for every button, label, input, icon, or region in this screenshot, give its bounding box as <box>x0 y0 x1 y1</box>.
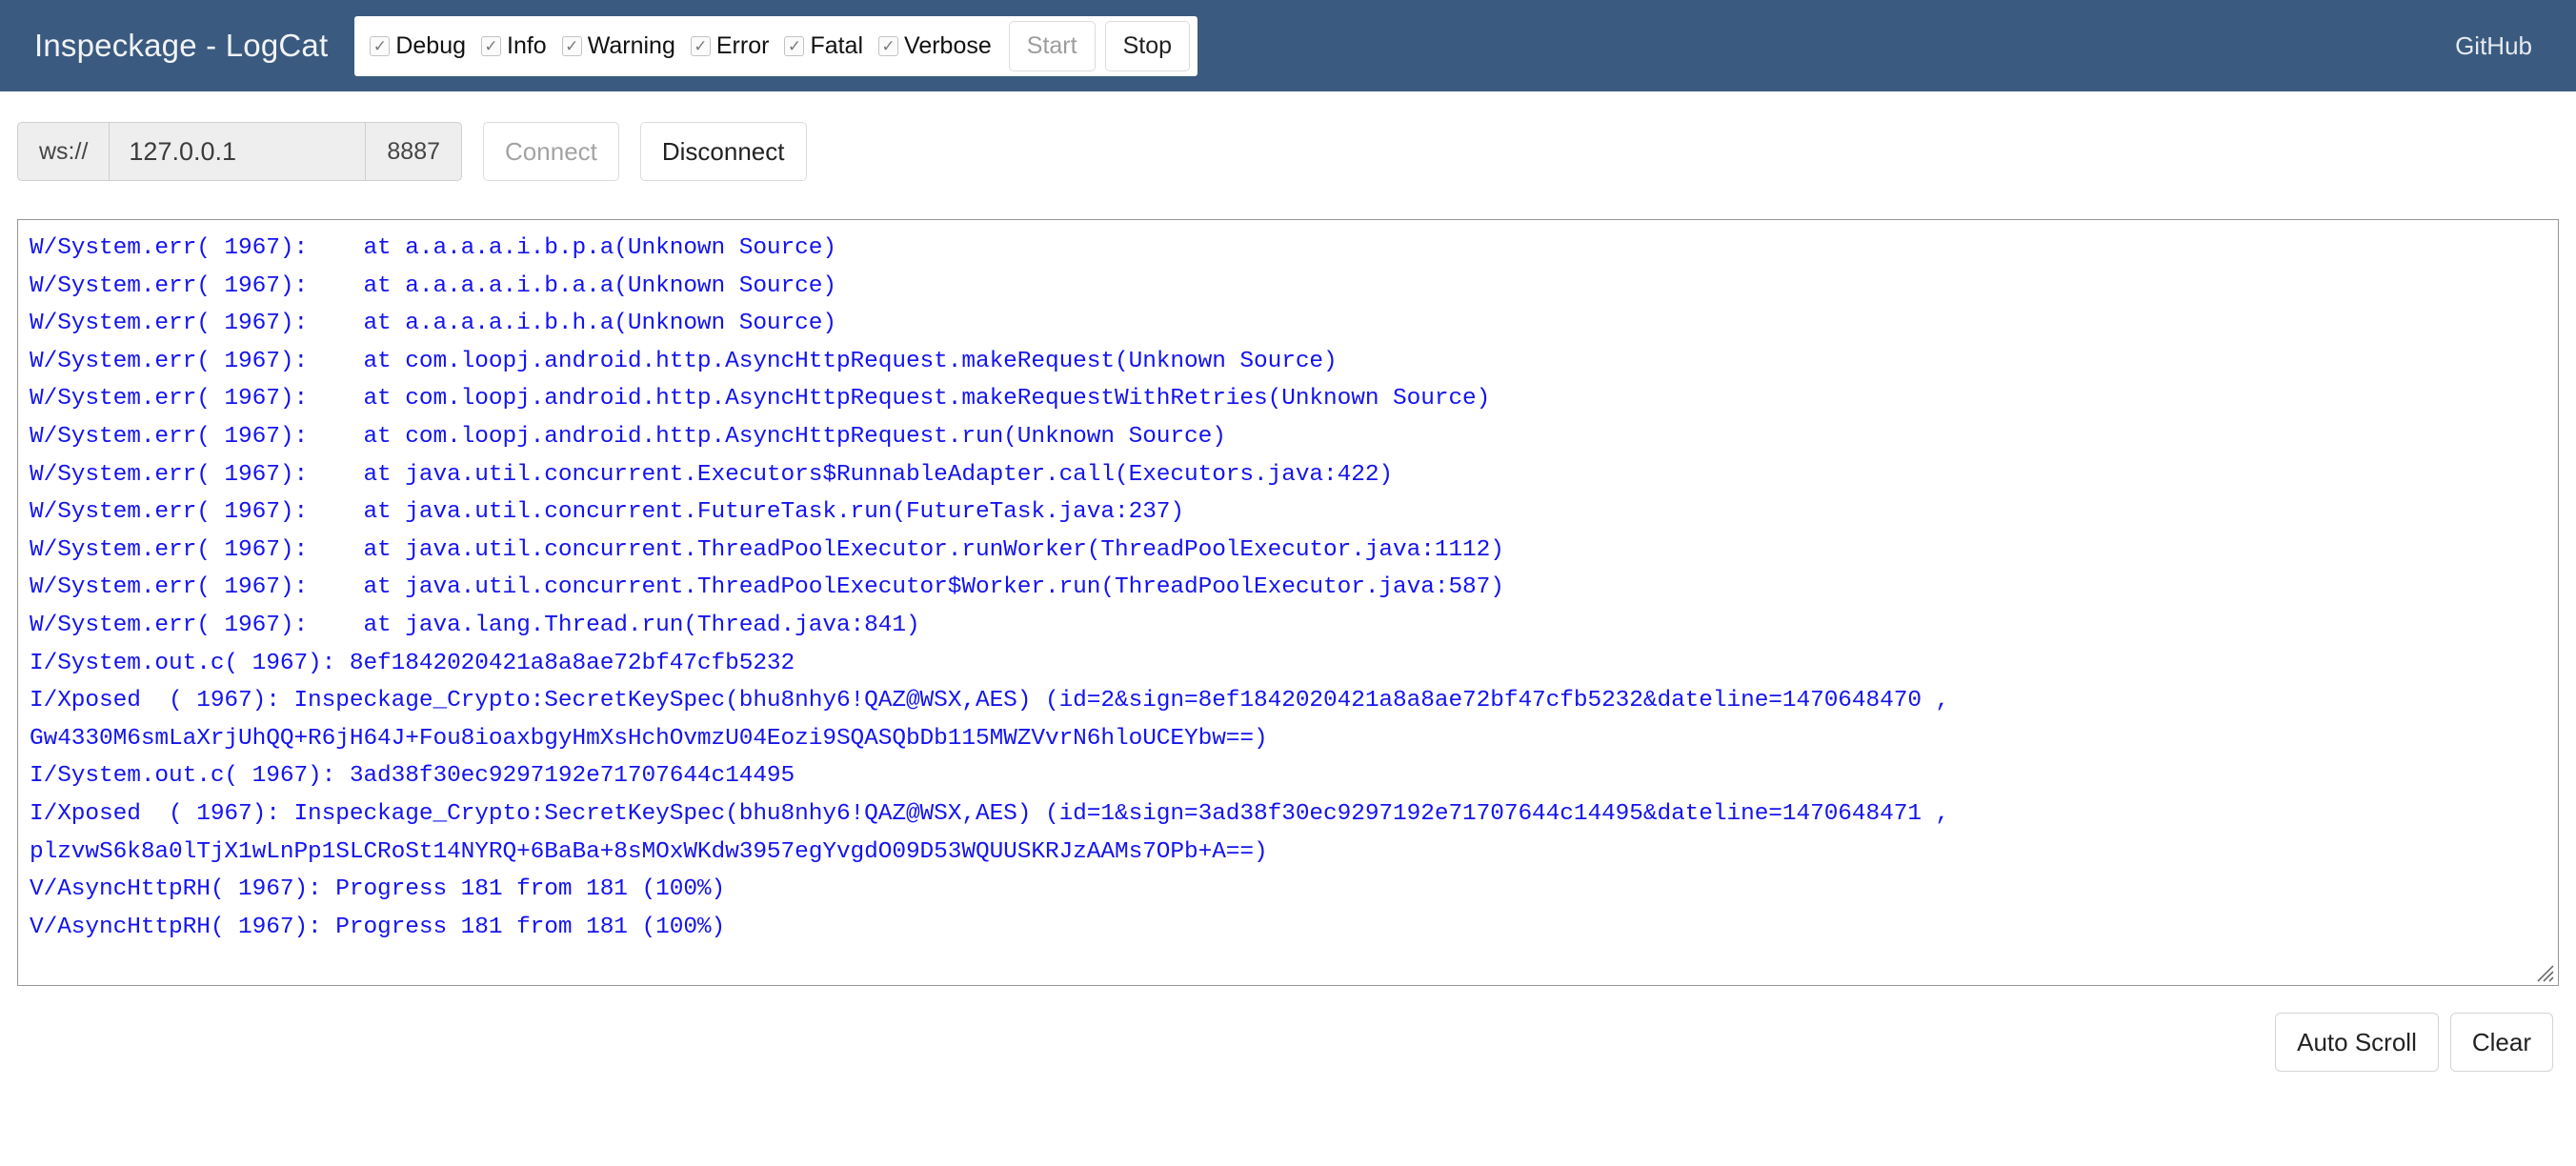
log-line: W/System.err( 1967): at java.util.concur… <box>30 499 1184 526</box>
filter-fatal-label: Fatal <box>810 31 864 59</box>
log-line: W/System.err( 1967): at com.loopj.androi… <box>30 386 1491 412</box>
resize-handle-icon[interactable] <box>2534 962 2555 983</box>
filter-verbose[interactable]: ✓ Verbose <box>871 32 999 60</box>
start-button[interactable]: Start <box>1008 20 1096 71</box>
log-line: V/AsyncHttpRH( 1967): Progress 181 from … <box>30 876 726 903</box>
log-line: W/System.err( 1967): at java.util.concur… <box>30 536 1504 563</box>
connection-bar: ws:// 8887 Connect Disconnect <box>0 91 2576 181</box>
check-icon-warning[interactable]: ✓ <box>561 35 582 56</box>
log-line: W/System.err( 1967): at com.loopj.androi… <box>30 348 1338 374</box>
top-navbar: Inspeckage - LogCat ✓ Debug ✓ Info ✓ War… <box>0 0 2576 91</box>
filter-error[interactable]: ✓ Error <box>683 32 777 60</box>
log-line: V/AsyncHttpRH( 1967): Progress 181 from … <box>30 914 726 940</box>
log-line: W/System.err( 1967): at java.util.concur… <box>30 461 1394 488</box>
filter-error-label: Error <box>715 31 770 59</box>
log-level-filter-form: ✓ Debug ✓ Info ✓ Warning ✓ Error ✓ Fatal… <box>354 15 1198 76</box>
check-icon-info[interactable]: ✓ <box>481 35 501 56</box>
filter-info-label: Info <box>507 31 547 59</box>
log-line: W/System.err( 1967): at java.util.concur… <box>30 574 1504 601</box>
log-line: I/Xposed ( 1967): Inspeckage_Crypto:Secr… <box>30 688 1950 714</box>
filter-info[interactable]: ✓ Info <box>473 32 554 60</box>
filter-warning[interactable]: ✓ Warning <box>554 32 683 60</box>
filter-debug[interactable]: ✓ Debug <box>370 32 473 60</box>
port-addon: 8887 <box>366 122 463 181</box>
filter-verbose-label: Verbose <box>904 31 992 59</box>
log-line: W/System.err( 1967): at a.a.a.a.i.b.p.a(… <box>30 235 836 261</box>
scheme-addon: ws:// <box>17 122 110 181</box>
log-line: plzvwS6k8a0lTjX1wLnPp1SLCRoSt14NYRQ+6BaB… <box>30 838 1268 865</box>
host-input[interactable] <box>109 122 367 181</box>
log-output-textarea[interactable]: W/System.err( 1967): at a.a.a.a.i.b.p.a(… <box>17 219 2559 986</box>
page-title: Inspeckage - LogCat <box>34 28 329 63</box>
connect-button[interactable]: Connect <box>483 122 619 181</box>
check-icon-fatal[interactable]: ✓ <box>784 35 805 56</box>
github-link[interactable]: GitHub <box>2455 31 2538 61</box>
filter-warning-label: Warning <box>587 31 675 59</box>
log-line: Gw4330M6smLaXrjUhQQ+R6jH64J+Fou8ioaxbgyH… <box>30 725 1268 752</box>
disconnect-button[interactable]: Disconnect <box>639 122 807 181</box>
log-line: I/System.out.c( 1967): 3ad38f30ec9297192… <box>30 763 795 790</box>
filter-debug-label: Debug <box>395 31 466 59</box>
log-line: W/System.err( 1967): at a.a.a.a.i.b.h.a(… <box>30 311 836 337</box>
log-line: I/System.out.c( 1967): 8ef1842020421a8a8… <box>30 650 795 676</box>
clear-button[interactable]: Clear <box>2449 1013 2553 1072</box>
stop-button[interactable]: Stop <box>1104 20 1191 71</box>
log-area: W/System.err( 1967): at a.a.a.a.i.b.p.a(… <box>0 181 2576 986</box>
log-line: W/System.err( 1967): at com.loopj.androi… <box>30 423 1226 450</box>
websocket-input-group: ws:// 8887 <box>17 122 463 181</box>
log-line: I/Xposed ( 1967): Inspeckage_Crypto:Secr… <box>30 800 1950 827</box>
log-actions: Auto Scroll Clear <box>0 986 2576 1072</box>
auto-scroll-button[interactable]: Auto Scroll <box>2275 1013 2439 1072</box>
log-line: W/System.err( 1967): at a.a.a.a.i.b.a.a(… <box>30 272 836 299</box>
check-icon-verbose[interactable]: ✓ <box>878 35 899 56</box>
check-icon-debug[interactable]: ✓ <box>370 35 391 56</box>
log-line: W/System.err( 1967): at java.lang.Thread… <box>30 612 920 638</box>
check-icon-error[interactable]: ✓ <box>690 35 711 56</box>
filter-fatal[interactable]: ✓ Fatal <box>776 32 871 60</box>
